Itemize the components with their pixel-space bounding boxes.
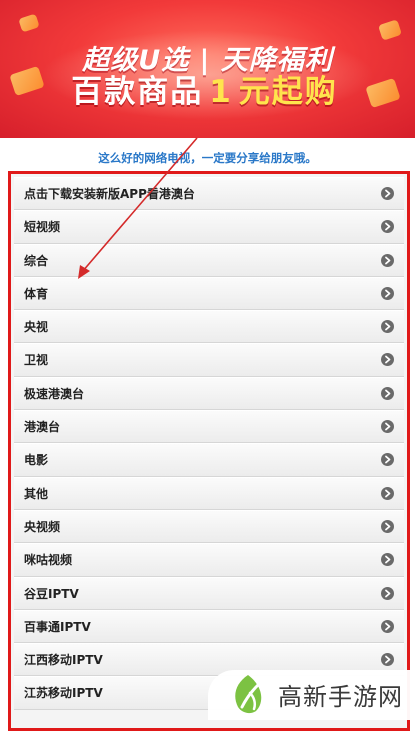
- channel-label: 体育: [24, 286, 49, 301]
- channel-row[interactable]: 综合: [14, 243, 404, 277]
- banner-subheadline: 百款商品 1 元起购: [0, 66, 415, 111]
- channel-label: 江苏移动IPTV: [24, 686, 103, 701]
- chevron-right-icon[interactable]: [381, 253, 394, 267]
- channel-label: 综合: [24, 253, 49, 268]
- channel-label: 百事通IPTV: [24, 619, 91, 634]
- chevron-right-icon[interactable]: [381, 420, 394, 434]
- coupon-decoration: [18, 13, 40, 33]
- chevron-right-icon[interactable]: [381, 386, 394, 400]
- chevron-right-icon[interactable]: [381, 619, 394, 633]
- channel-row[interactable]: 其他: [14, 476, 404, 510]
- channel-label: 咪咕视频: [24, 553, 73, 568]
- chevron-right-icon[interactable]: [381, 220, 394, 234]
- channel-label: 卫视: [24, 353, 49, 368]
- chevron-right-icon[interactable]: [381, 353, 394, 367]
- site-watermark: 高新手游网: [208, 670, 415, 720]
- banner-price: 1: [209, 74, 233, 110]
- channel-row[interactable]: 卫视: [14, 343, 404, 377]
- chevron-right-icon[interactable]: [381, 553, 394, 567]
- banner-text-c: 元起购: [238, 74, 338, 110]
- chevron-right-icon[interactable]: [381, 453, 394, 467]
- chevron-right-icon[interactable]: [381, 653, 394, 667]
- promo-banner[interactable]: 超级U选 | 天降福利 百款商品 1 元起购: [0, 0, 415, 138]
- chevron-right-icon[interactable]: [381, 486, 394, 500]
- chevron-right-icon[interactable]: [381, 519, 394, 533]
- channel-row[interactable]: 体育: [14, 276, 404, 311]
- channel-row[interactable]: 百事通IPTV: [14, 609, 404, 644]
- chevron-right-icon[interactable]: [381, 187, 394, 200]
- channel-list: 点击下载安装新版APP看港澳台 短视频综合体育央视卫视极速港澳台港澳台电影其他央视…: [14, 177, 404, 710]
- channel-label: 极速港澳台: [24, 386, 85, 401]
- channel-label: 江西移动IPTV: [24, 653, 103, 668]
- channel-label: 港澳台: [24, 420, 61, 435]
- channel-row[interactable]: 点击下载安装新版APP看港澳台: [14, 177, 404, 211]
- chevron-right-icon[interactable]: [381, 586, 394, 600]
- channel-label: 点击下载安装新版APP看港澳台: [24, 187, 195, 201]
- chevron-right-icon[interactable]: [381, 320, 394, 334]
- channel-row[interactable]: 短视频: [14, 210, 404, 244]
- channel-label: 央视频: [24, 519, 61, 534]
- channel-row[interactable]: 谷豆IPTV: [14, 576, 404, 610]
- channel-list-frame: 点击下载安装新版APP看港澳台 短视频综合体育央视卫视极速港澳台港澳台电影其他央视…: [8, 171, 410, 731]
- share-notice: 这么好的网络电视，一定要分享给朋友哦。: [98, 151, 317, 165]
- channel-label: 其他: [24, 486, 49, 501]
- leaf-logo-icon: [235, 675, 262, 714]
- channel-row[interactable]: 央视: [14, 310, 404, 344]
- channel-label: 谷豆IPTV: [24, 586, 79, 601]
- channel-label: 短视频: [24, 220, 61, 235]
- chevron-right-icon[interactable]: [381, 286, 394, 300]
- banner-text-a: 百款商品: [71, 74, 204, 110]
- channel-row[interactable]: 央视频: [14, 509, 404, 544]
- channel-label: 电影: [24, 453, 49, 468]
- channel-row[interactable]: 极速港澳台: [14, 376, 404, 411]
- channel-label: 央视: [24, 320, 49, 335]
- channel-row[interactable]: 咪咕视频: [14, 543, 404, 577]
- channel-row[interactable]: 港澳台: [14, 410, 404, 444]
- watermark-text: 高新手游网: [278, 683, 403, 711]
- channel-row[interactable]: 电影: [14, 443, 404, 477]
